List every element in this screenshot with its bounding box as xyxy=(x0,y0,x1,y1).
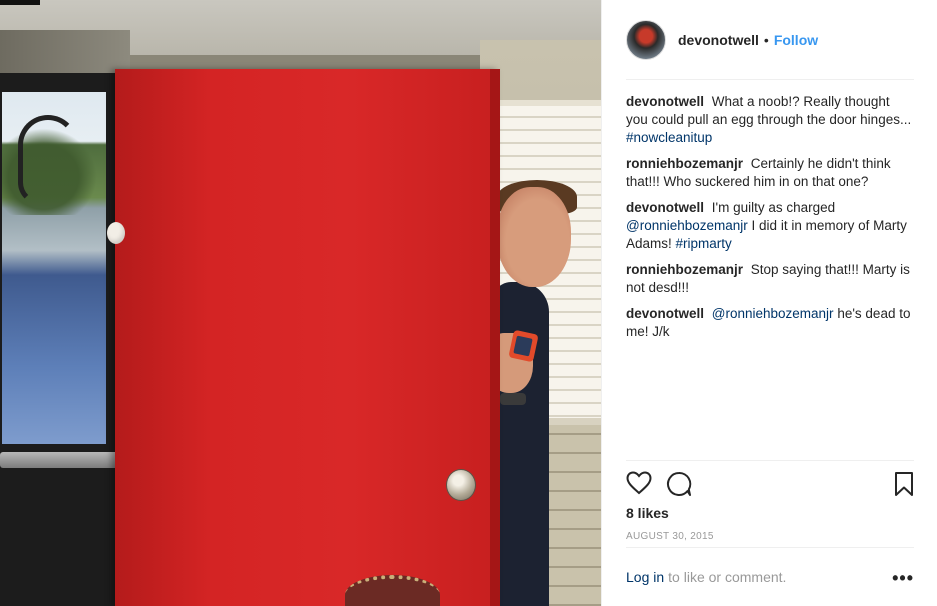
red-door xyxy=(115,69,500,606)
comment-text: I'm guilty as charged xyxy=(711,200,836,215)
comment-username[interactable]: devonotwell xyxy=(626,94,704,109)
follow-button[interactable]: Follow xyxy=(774,32,818,48)
egg xyxy=(107,222,125,244)
red-door-edge xyxy=(490,69,500,606)
mention-link[interactable]: @ronniehbozemanjr xyxy=(712,306,834,321)
comment-list: devonotwell What a noob!? Really thought… xyxy=(626,93,914,349)
comment-username[interactable]: devonotwell xyxy=(626,200,704,215)
separator-dot: • xyxy=(763,31,769,48)
iron-scroll xyxy=(18,115,78,205)
post-image[interactable] xyxy=(0,0,601,606)
post-actions: 8 likes AUGUST 30, 2015 xyxy=(626,460,914,550)
comment: devonotwell @ronniehbozemanjr he's dead … xyxy=(626,305,914,341)
post-header: devonotwell • Follow xyxy=(626,18,914,80)
login-prompt: Log in to like or comment. ••• xyxy=(626,547,914,606)
login-prompt-text: to like or comment. xyxy=(668,569,787,585)
header-text: devonotwell • Follow xyxy=(678,32,818,48)
comment: devonotwell I'm guilty as charged @ronni… xyxy=(626,199,914,253)
comment: ronniehbozemanjr Stop saying that!!! Mar… xyxy=(626,261,914,297)
mention-link[interactable]: @ronniehbozemanjr xyxy=(626,218,748,233)
door-knob xyxy=(446,469,476,501)
comment-bubble-icon[interactable] xyxy=(666,471,692,502)
hashtag-link[interactable]: #nowcleanitup xyxy=(626,130,712,145)
login-link[interactable]: Log in xyxy=(626,569,664,585)
comment-username[interactable]: ronniehbozemanjr xyxy=(626,156,743,171)
avatar[interactable] xyxy=(626,19,666,60)
username-link[interactable]: devonotwell xyxy=(678,32,759,48)
post-sidebar: devonotwell • Follow devonotwell What a … xyxy=(601,0,937,606)
comment-username[interactable]: ronniehbozemanjr xyxy=(626,262,743,277)
wristwatch xyxy=(500,393,526,405)
comment-username[interactable]: devonotwell xyxy=(626,306,704,321)
like-count[interactable]: 8 likes xyxy=(626,505,669,521)
comment: devonotwell What a noob!? Really thought… xyxy=(626,93,914,147)
man-head xyxy=(497,187,571,287)
heart-icon[interactable] xyxy=(626,471,652,500)
hashtag-link[interactable]: #ripmarty xyxy=(676,236,732,251)
comment: ronniehbozemanjr Certainly he didn't thi… xyxy=(626,155,914,191)
frame-corner xyxy=(0,0,40,5)
bookmark-icon[interactable] xyxy=(894,471,914,502)
push-bar xyxy=(0,452,125,468)
post-date: AUGUST 30, 2015 xyxy=(626,531,714,542)
more-options-icon[interactable]: ••• xyxy=(892,568,914,589)
